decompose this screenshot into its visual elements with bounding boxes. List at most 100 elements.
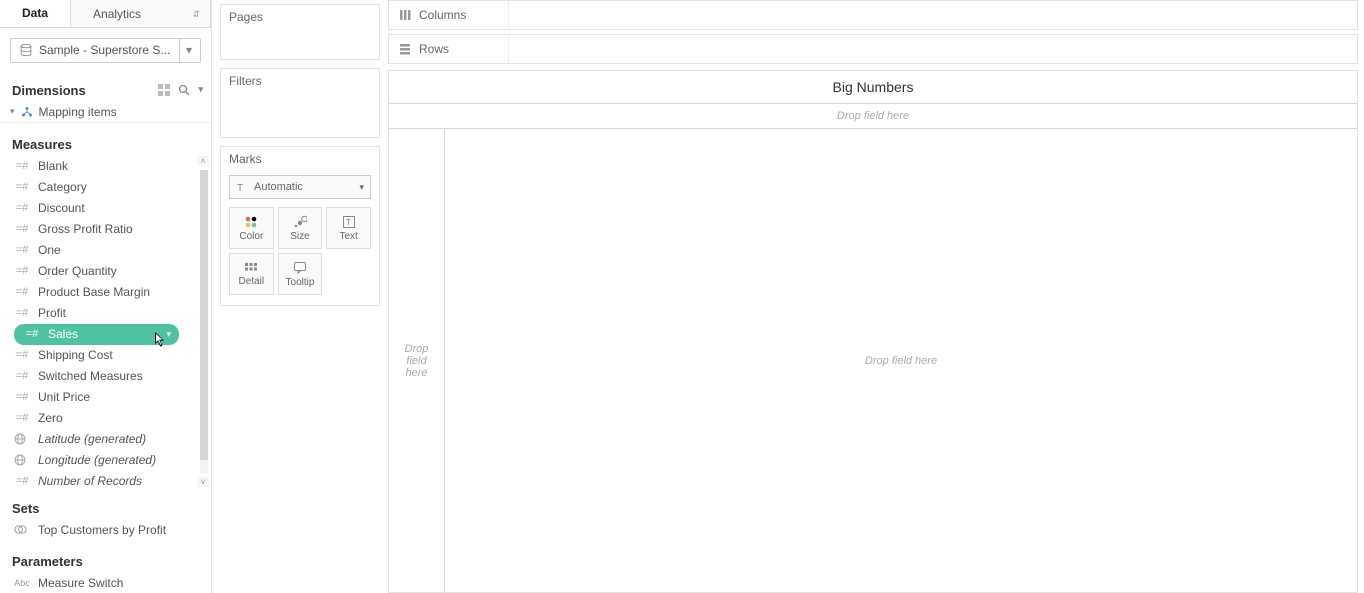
field-label: Mapping items — [39, 105, 117, 119]
parameters-header: Parameters — [0, 548, 211, 573]
field-label: Measure Switch — [38, 576, 123, 590]
set-top-customers[interactable]: Top Customers by Profit — [0, 520, 211, 540]
database-icon — [19, 43, 33, 57]
automatic-icon: T — [236, 181, 248, 193]
button-label: Detail — [239, 276, 265, 287]
measures-list: ˄ ˅ =# Blank =# Category =#Discount=#Gross P… — [0, 156, 211, 487]
field-label: Switched Measures — [38, 369, 143, 383]
globe-icon — [14, 454, 30, 466]
measure-longitude-generated-[interactable]: Longitude (generated) — [0, 450, 195, 471]
main-drop-area[interactable]: Drop field here — [445, 129, 1357, 592]
tooltip-icon — [293, 261, 307, 275]
abc-icon: Abc — [14, 578, 30, 588]
svg-text:T: T — [346, 218, 351, 227]
row-drop-hint[interactable]: Drop field here — [389, 129, 445, 592]
measure-number-of-records[interactable]: =#Number of Records — [0, 471, 195, 487]
rows-shelf[interactable]: Rows — [388, 34, 1358, 64]
columns-shelf[interactable]: Columns — [388, 0, 1358, 30]
field-label: Category — [38, 180, 87, 194]
marks-size-button[interactable]: Size — [278, 207, 323, 249]
measure-blank[interactable]: =# Blank — [0, 156, 195, 177]
field-label: One — [38, 243, 61, 257]
measure-one[interactable]: =# One — [0, 240, 195, 261]
view-toggle-icon[interactable] — [158, 84, 170, 96]
globe-icon — [14, 433, 30, 445]
field-label: Unit Price — [38, 390, 90, 404]
button-label: Size — [290, 231, 309, 242]
scrollbar-thumb[interactable] — [200, 170, 208, 460]
field-label: Profit — [38, 306, 66, 320]
data-tabs: Data Analytics ⇵ — [0, 0, 211, 28]
tab-data[interactable]: Data — [0, 0, 71, 27]
canvas: Columns Rows Big Numbers Drop field here… — [388, 0, 1364, 593]
scroll-down-icon[interactable]: ˅ — [197, 477, 209, 487]
marks-detail-button[interactable]: Detail — [229, 253, 274, 295]
rows-label: Rows — [419, 42, 449, 56]
measure-shipping-cost[interactable]: =# Shipping Cost — [0, 345, 195, 366]
filters-shelf[interactable]: Filters — [220, 68, 380, 138]
drop-hint-label: Drop field here — [865, 355, 937, 367]
measure-latitude-generated-[interactable]: Latitude (generated) — [0, 429, 195, 450]
measure-order-quantity[interactable]: =#Order Quantity — [0, 261, 195, 282]
measure-zero[interactable]: =# Zero — [0, 408, 195, 429]
number-icon: =# — [14, 181, 30, 193]
text-icon: T — [342, 215, 356, 229]
menu-icon[interactable]: ▾ — [198, 84, 203, 96]
chevron-down-icon: ▾ — [359, 182, 364, 193]
measure-profit[interactable]: =# Profit — [0, 303, 195, 324]
parameter-measure-switch[interactable]: Abc Measure Switch — [0, 573, 211, 593]
measure-product-base-margin[interactable]: =# Product Base Margin — [0, 282, 195, 303]
marks-text-button[interactable]: T Text — [326, 207, 371, 249]
number-icon: =# — [14, 412, 30, 424]
button-label: Text — [339, 231, 357, 242]
datasource-picker[interactable]: Sample - Superstore S... ▾ — [10, 38, 201, 63]
pages-label: Pages — [221, 5, 379, 29]
number-icon: =# — [14, 223, 30, 235]
sheet-title[interactable]: Big Numbers — [389, 71, 1357, 103]
measure-unit-price[interactable]: =# Unit Price — [0, 387, 195, 408]
column-drop-hint[interactable]: Drop field here — [389, 103, 1357, 129]
tab-analytics-label: Analytics — [93, 7, 141, 21]
detail-icon — [244, 262, 258, 274]
measure-discount[interactable]: =#Discount — [0, 198, 195, 219]
number-icon: =# — [14, 244, 30, 256]
datasource-name: Sample - Superstore S... — [39, 43, 170, 57]
measure-switched-measures[interactable]: =# Switched Measures — [0, 366, 195, 387]
measure-category[interactable]: =# Category — [0, 177, 195, 198]
search-icon[interactable] — [178, 84, 190, 96]
field-label: Longitude (generated) — [38, 453, 156, 467]
color-icon — [244, 215, 258, 229]
field-label: Blank — [38, 159, 68, 173]
tab-sort-icon: ⇵ — [192, 10, 200, 18]
chevron-down-icon: ▾ — [10, 106, 15, 117]
viz-area: Big Numbers Drop field here Drop field h… — [388, 70, 1358, 593]
field-label: Sales — [48, 327, 78, 341]
rows-icon — [399, 43, 411, 55]
measure-sales[interactable]: =#Sales — [14, 324, 179, 345]
number-icon: =# — [14, 349, 30, 361]
button-label: Color — [239, 231, 263, 242]
pages-shelf[interactable]: Pages — [220, 4, 380, 60]
svg-text:T: T — [237, 183, 243, 193]
field-label: Shipping Cost — [38, 348, 113, 362]
marks-tooltip-button[interactable]: Tooltip — [278, 253, 323, 295]
number-icon: =# — [14, 475, 30, 487]
dimension-mapping-items[interactable]: ▾ Mapping items — [0, 102, 211, 122]
marks-type-dropdown[interactable]: T Automatic ▾ — [229, 175, 371, 199]
field-label: Latitude (generated) — [38, 432, 146, 446]
scroll-up-icon[interactable]: ˄ — [197, 156, 209, 166]
field-label: Top Customers by Profit — [38, 523, 166, 537]
field-label: Product Base Margin — [38, 285, 150, 299]
number-icon: =# — [14, 391, 30, 403]
button-label: Tooltip — [286, 277, 315, 288]
number-icon: =# — [14, 265, 30, 277]
measure-gross-profit-ratio[interactable]: =#Gross Profit Ratio — [0, 219, 195, 240]
number-icon: =# — [14, 286, 30, 298]
tab-analytics[interactable]: Analytics ⇵ — [71, 0, 211, 27]
marks-color-button[interactable]: Color — [229, 207, 274, 249]
number-icon: =# — [14, 307, 30, 319]
field-label: Zero — [38, 411, 63, 425]
number-icon: =# — [14, 160, 30, 172]
number-icon: =# — [14, 370, 30, 382]
marks-label: Marks — [221, 147, 379, 171]
